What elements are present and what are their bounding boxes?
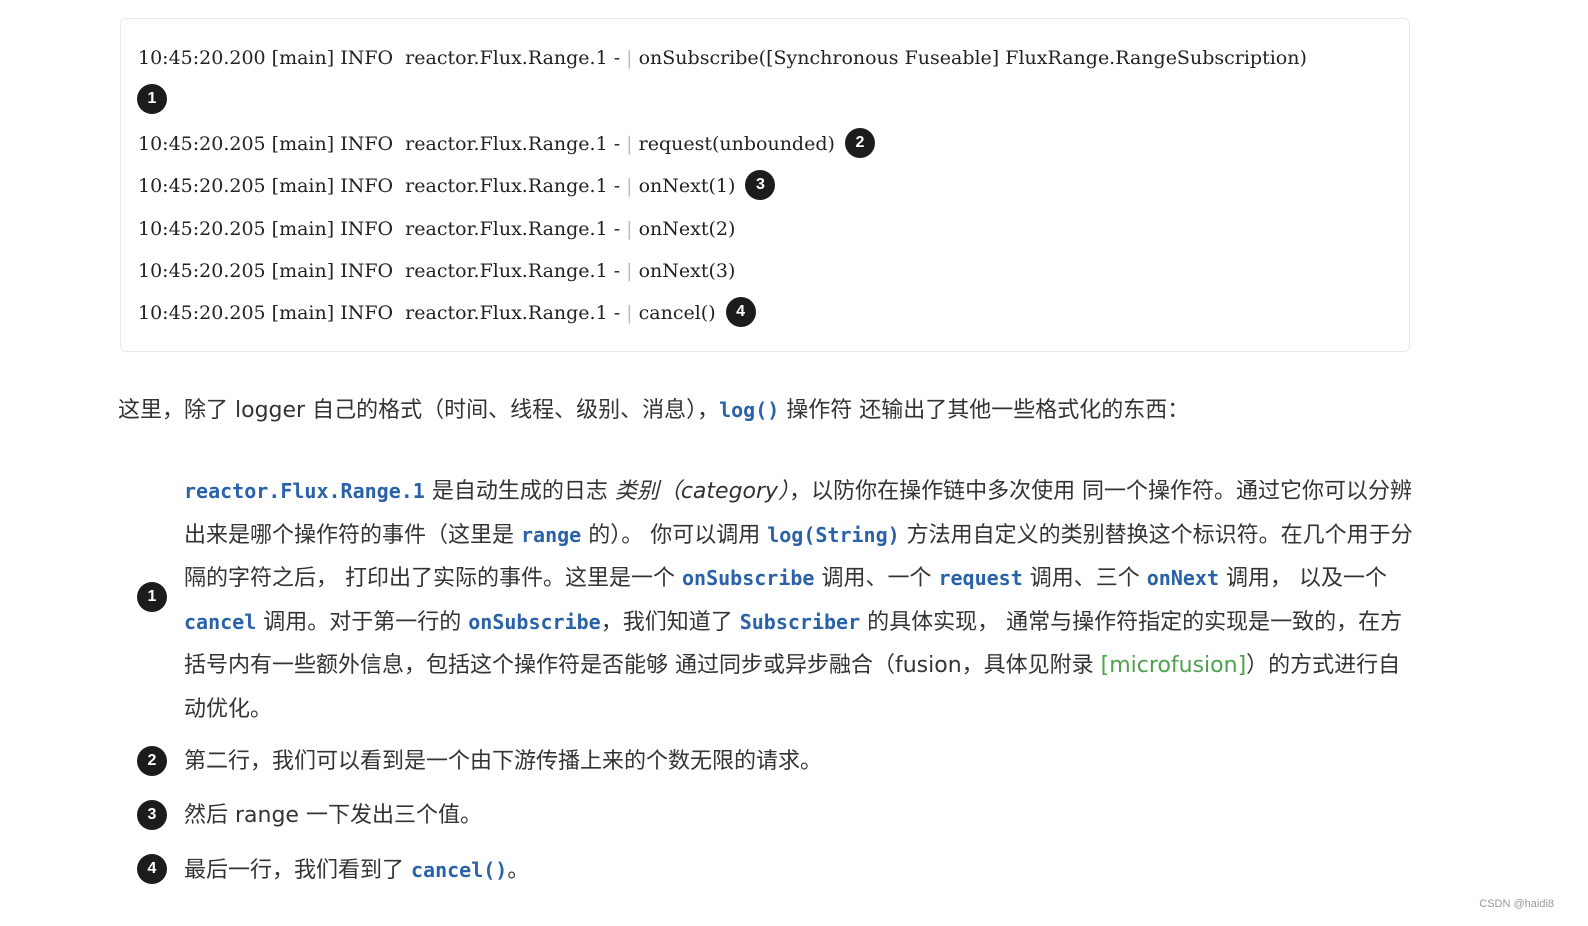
list-badge-3: 3 bbox=[137, 800, 167, 830]
text: ，我们知道了 bbox=[600, 609, 740, 635]
inline-code: log(String) bbox=[767, 522, 900, 547]
inline-code: range bbox=[521, 522, 582, 547]
inline-code: Subscriber bbox=[739, 609, 861, 634]
text: 调用、一个 bbox=[814, 566, 939, 592]
intro-text: 这里，除了 logger 自己的格式（时间、线程、级别、消息）， bbox=[118, 398, 720, 423]
inline-code: cancel() bbox=[411, 858, 508, 882]
log-prefix: 10:45:20.205 [main] INFO reactor.Flux.Ra… bbox=[138, 175, 627, 197]
explanation-2: 第二行，我们可以看到是一个由下游传播上来的个数无限的请求。 bbox=[184, 749, 823, 774]
log-prefix: 10:45:20.200 [main] INFO reactor.Flux.Ra… bbox=[138, 47, 627, 69]
inline-code: cancel bbox=[184, 609, 257, 634]
text: 是自动生成的日志 bbox=[424, 479, 615, 504]
log-message: onNext(2) bbox=[632, 218, 736, 240]
text: 调用， 以及一个 bbox=[1219, 566, 1387, 592]
log-prefix: 10:45:20.205 [main] INFO reactor.Flux.Ra… bbox=[138, 133, 627, 155]
list-badge-2: 2 bbox=[137, 746, 167, 776]
callout-badge-1: 1 bbox=[137, 84, 167, 114]
log-prefix: 10:45:20.205 [main] INFO reactor.Flux.Ra… bbox=[138, 260, 627, 282]
intro-text: 操作符 还输出了其他一些格式化的东西： bbox=[779, 398, 1190, 423]
callout-badge-2: 2 bbox=[844, 128, 875, 158]
log-message: request(unbounded) bbox=[632, 133, 835, 155]
log-line: 10:45:20.205 [main] INFO reactor.Flux.Ra… bbox=[138, 170, 776, 201]
explanation-3: 然后 range 一下发出三个值。 bbox=[184, 803, 482, 828]
log-line: 10:45:20.205 [main] INFO reactor.Flux.Ra… bbox=[138, 128, 875, 159]
text: 调用。对于第一行的 bbox=[256, 609, 469, 635]
inline-code: reactor.Flux.Range.1 bbox=[184, 479, 425, 503]
inline-code: onSubscribe bbox=[682, 566, 815, 591]
intro-paragraph: 这里，除了 logger 自己的格式（时间、线程、级别、消息），log() 操作… bbox=[118, 392, 1189, 429]
text: 的）。 你可以调用 bbox=[581, 522, 768, 548]
log-message: onSubscribe([Synchronous Fuseable] FluxR… bbox=[632, 47, 1307, 69]
list-badge-1: 1 bbox=[137, 582, 167, 612]
log-line: 10:45:20.200 [main] INFO reactor.Flux.Ra… bbox=[138, 43, 1307, 73]
log-line: 10:45:20.205 [main] INFO reactor.Flux.Ra… bbox=[138, 214, 735, 244]
log-prefix: 10:45:20.205 [main] INFO reactor.Flux.Ra… bbox=[138, 218, 627, 240]
log-line: 10:45:20.205 [main] INFO reactor.Flux.Ra… bbox=[138, 256, 735, 286]
log-prefix: 10:45:20.205 [main] INFO reactor.Flux.Ra… bbox=[138, 302, 627, 324]
emphasis-text: 类别（category） bbox=[614, 479, 790, 504]
watermark: CSDN @haidi8 bbox=[1479, 898, 1554, 910]
text: 。 bbox=[507, 858, 530, 883]
explanation-1: reactor.Flux.Range.1 是自动生成的日志 类别（categor… bbox=[184, 470, 1419, 732]
inline-code: request bbox=[938, 566, 1023, 591]
text: 调用、三个 bbox=[1022, 566, 1147, 592]
log-message: cancel() bbox=[632, 302, 716, 324]
log-message: onNext(3) bbox=[632, 260, 736, 282]
log-line: 10:45:20.205 [main] INFO reactor.Flux.Ra… bbox=[138, 297, 756, 328]
callout-badge-3: 3 bbox=[745, 170, 776, 200]
explanation-4: 最后一行，我们看到了 cancel()。 bbox=[184, 852, 529, 889]
inline-code: log() bbox=[719, 398, 780, 422]
inline-code: onSubscribe bbox=[468, 609, 601, 634]
inline-code: onNext bbox=[1146, 566, 1219, 591]
text: 最后一行，我们看到了 bbox=[184, 858, 411, 883]
list-badge-4: 4 bbox=[137, 854, 167, 884]
log-message: onNext(1) bbox=[632, 175, 736, 197]
microfusion-link[interactable]: [microfusion] bbox=[1101, 653, 1247, 678]
callout-badge-4: 4 bbox=[725, 297, 756, 327]
